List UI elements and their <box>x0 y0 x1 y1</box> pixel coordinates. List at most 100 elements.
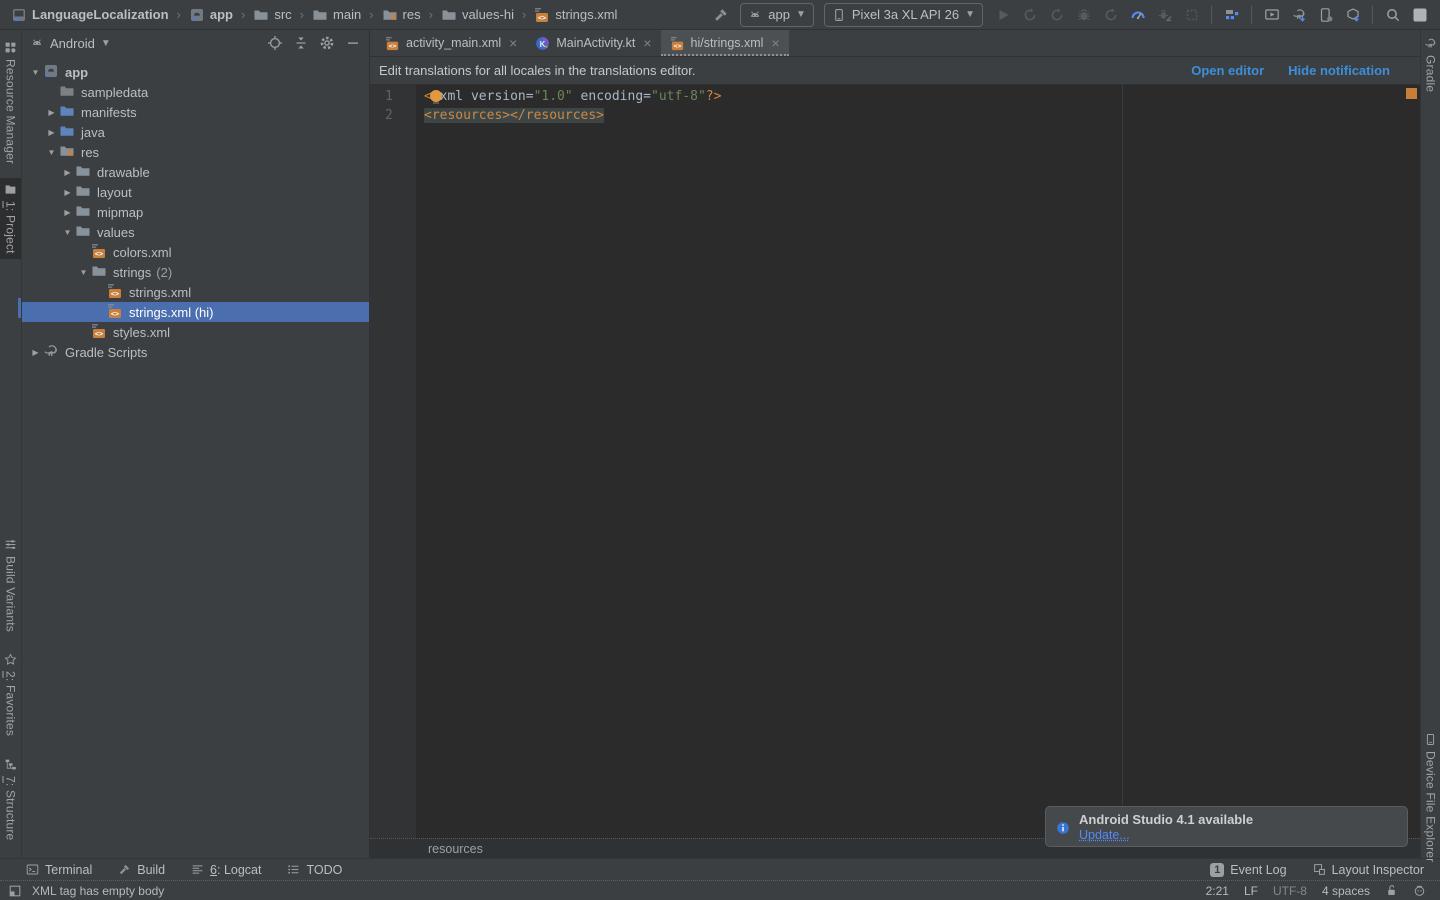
android-head-icon <box>30 36 44 50</box>
status-utf-8[interactable]: UTF-8 <box>1273 884 1307 898</box>
play-icon <box>995 7 1011 23</box>
toolwindow-button-build-variants[interactable]: Build Variants <box>0 533 21 637</box>
notification-title: Android Studio 4.1 available <box>1079 812 1253 827</box>
chevron-right-icon[interactable]: ▶ <box>44 128 59 137</box>
settings-gear-icon[interactable] <box>319 35 335 51</box>
toolwindow-button-gradle[interactable]: Gradle <box>1421 32 1440 97</box>
device-label: Pixel 3a XL API 26 <box>852 7 959 22</box>
tree-item-drawable[interactable]: ▶drawable <box>22 162 369 182</box>
update-notification-balloon[interactable]: Android Studio 4.1 available Update... <box>1045 806 1408 847</box>
editor-tab-mainactivity-kt[interactable]: KMainActivity.kt× <box>526 30 660 56</box>
toolwindow-button-build[interactable]: Build <box>118 863 165 877</box>
module-icon <box>43 63 59 79</box>
chevron-down-icon[interactable]: ▼ <box>44 148 59 157</box>
run-config-select[interactable]: app ▼ <box>740 3 814 27</box>
device-select[interactable]: Pixel 3a XL API 26 ▼ <box>824 3 983 27</box>
tree-item-strings-xml-hi[interactable]: <>strings.xml (hi) <box>22 302 369 322</box>
tree-item-mipmap[interactable]: ▶mipmap <box>22 202 369 222</box>
toolwindow-button-device-file-explorer[interactable]: Device File Explorer <box>1421 728 1440 867</box>
search-everywhere-button[interactable] <box>1380 3 1405 27</box>
toolwindow-button-2-favorites[interactable]: 2: Favorites <box>0 648 21 741</box>
status-lf[interactable]: LF <box>1244 884 1258 898</box>
chevron-right-icon[interactable]: ▶ <box>60 168 75 177</box>
bottom-toolwindow-bar: Terminal Build 6: Logcat TODO 1Event Log Lay… <box>0 858 1440 880</box>
chevron-right-icon[interactable]: ▶ <box>60 208 75 217</box>
apply-changes-icon <box>1103 7 1119 23</box>
toolwindow-button-1-project[interactable]: 1: Project <box>0 178 21 259</box>
collapse-all-icon[interactable] <box>293 35 309 51</box>
project-structure-button[interactable] <box>1219 3 1244 27</box>
chevron-right-icon[interactable]: ▶ <box>44 108 59 117</box>
build-button[interactable] <box>708 3 733 27</box>
locate-icon[interactable] <box>267 35 283 51</box>
close-icon[interactable]: × <box>643 36 651 50</box>
project-view-selector[interactable]: Android ▼ <box>30 36 111 51</box>
folder-blue-icon <box>59 123 75 139</box>
tree-item-sampledata[interactable]: sampledata <box>22 82 369 102</box>
breadcrumb-item-res[interactable]: res <box>379 6 424 24</box>
tree-item-strings-xml[interactable]: <>strings.xml <box>22 282 369 302</box>
breadcrumb-item-values-hi[interactable]: values-hi <box>438 6 517 24</box>
lock-open-icon[interactable] <box>1385 884 1398 897</box>
breadcrumb-item-src[interactable]: src <box>250 6 294 24</box>
chevron-right-icon[interactable]: ▶ <box>60 188 75 197</box>
tree-item-manifests[interactable]: ▶manifests <box>22 102 369 122</box>
breadcrumb-item-strings-xml[interactable]: <>strings.xml <box>531 6 620 24</box>
hide-panel-icon[interactable] <box>345 35 361 51</box>
open-editor-link[interactable]: Open editor <box>1191 63 1264 78</box>
sync-gradle-button[interactable] <box>1286 3 1311 27</box>
tree-item-colors-xml[interactable]: <>colors.xml <box>22 242 369 262</box>
status-2-21[interactable]: 2:21 <box>1206 884 1229 898</box>
code-editor[interactable]: 12 <?xml version="1.0" encoding="utf-8"?… <box>370 84 1420 838</box>
chevron-right-icon[interactable]: ▶ <box>28 348 43 357</box>
line-number: 1 <box>377 87 416 106</box>
tree-item-gradle-scripts[interactable]: ▶Gradle Scripts <box>22 342 369 362</box>
toolwindow-button-layout-inspector[interactable]: Layout Inspector <box>1313 863 1424 877</box>
user-face-icon[interactable] <box>1413 884 1426 897</box>
tree-item-strings[interactable]: ▼strings(2) <box>22 262 369 282</box>
toolbar-separator <box>1372 6 1373 24</box>
editor-code[interactable]: <?xml version="1.0" encoding="utf-8"?><r… <box>416 85 1420 838</box>
update-link[interactable]: Update... <box>1079 828 1130 842</box>
toolwindow-button-event-log[interactable]: 1Event Log <box>1210 863 1286 877</box>
error-stripe-mark[interactable] <box>1406 88 1417 99</box>
toolwindow-button-6-logcat[interactable]: 6: Logcat <box>191 863 261 877</box>
intention-bulb-icon[interactable] <box>430 90 442 102</box>
breadcrumb-item-main[interactable]: main <box>309 6 364 24</box>
tree-item-styles-xml[interactable]: <>styles.xml <box>22 322 369 342</box>
svg-text:<>: <> <box>673 42 681 50</box>
profile-square-button[interactable] <box>1407 3 1432 27</box>
sdk-manager-button[interactable] <box>1340 3 1365 27</box>
close-icon[interactable]: × <box>509 36 517 50</box>
toolwindow-button-terminal[interactable]: Terminal <box>26 863 92 877</box>
toolwindow-button-todo[interactable]: TODO <box>287 863 342 877</box>
breadcrumb-item-languagelocalization[interactable]: LanguageLocalization <box>8 6 172 24</box>
editor-tab-hi-strings-xml[interactable]: <>hi/strings.xml× <box>661 30 789 56</box>
hammer-icon <box>118 863 131 876</box>
toolwindow-button-7-structure[interactable]: 7: Structure <box>0 753 21 845</box>
hammer-icon <box>713 7 729 23</box>
toolwindow-button-resource-manager[interactable]: Resource Manager <box>0 36 21 169</box>
tree-item-values[interactable]: ▼values <box>22 222 369 242</box>
chevron-down-icon[interactable]: ▼ <box>76 268 91 277</box>
debug-button <box>1071 3 1096 27</box>
avd-manager-button[interactable] <box>1259 3 1284 27</box>
tree-item-layout[interactable]: ▶layout <box>22 182 369 202</box>
chevron-down-icon[interactable]: ▼ <box>60 228 75 237</box>
status-4-spaces[interactable]: 4 spaces <box>1322 884 1370 898</box>
breadcrumb-item-app[interactable]: app <box>186 6 236 24</box>
chevron-down-icon: ▼ <box>796 9 806 20</box>
breadcrumb-tag[interactable]: resources <box>428 842 483 856</box>
close-icon[interactable]: × <box>771 36 779 50</box>
tree-item-res[interactable]: ▼res <box>22 142 369 162</box>
tree-item-app[interactable]: ▼app <box>22 62 369 82</box>
profiler-button[interactable] <box>1125 3 1150 27</box>
tree-item-java[interactable]: ▶java <box>22 122 369 142</box>
todo-icon <box>287 863 300 876</box>
chevron-down-icon[interactable]: ▼ <box>28 68 43 77</box>
apply-code-changes-button <box>1044 3 1069 27</box>
device-manager-button[interactable] <box>1313 3 1338 27</box>
hide-notification-link[interactable]: Hide notification <box>1288 63 1390 78</box>
editor-tab-activity-main-xml[interactable]: <>activity_main.xml× <box>376 30 526 56</box>
toolwindow-access-icon[interactable] <box>8 884 22 898</box>
